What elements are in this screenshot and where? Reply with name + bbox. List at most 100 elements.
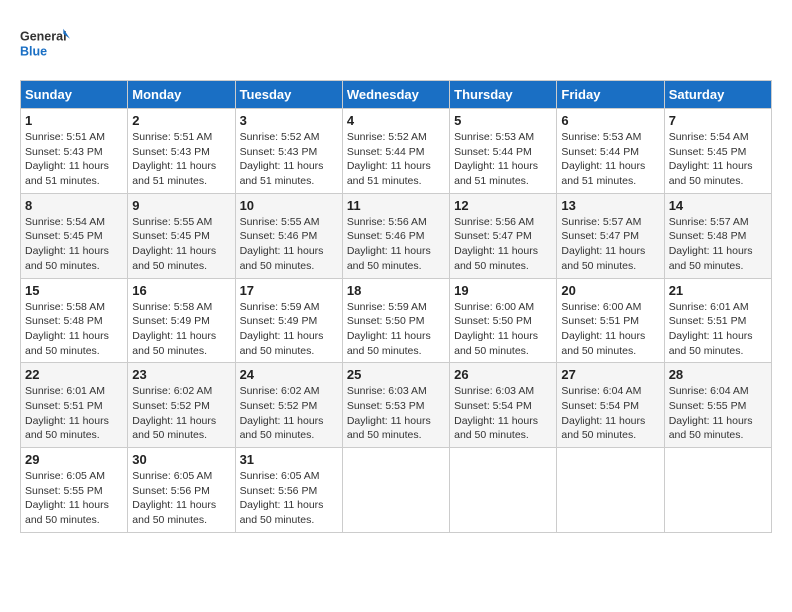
day-info: Sunrise: 5:59 AMSunset: 5:50 PMDaylight:… <box>347 301 431 357</box>
calendar-cell: 21 Sunrise: 6:01 AMSunset: 5:51 PMDaylig… <box>664 278 771 363</box>
calendar-cell: 24 Sunrise: 6:02 AMSunset: 5:52 PMDaylig… <box>235 363 342 448</box>
calendar-cell: 26 Sunrise: 6:03 AMSunset: 5:54 PMDaylig… <box>450 363 557 448</box>
day-info: Sunrise: 6:02 AMSunset: 5:52 PMDaylight:… <box>132 385 216 441</box>
calendar-cell <box>557 448 664 533</box>
calendar-week-row: 15 Sunrise: 5:58 AMSunset: 5:48 PMDaylig… <box>21 278 772 363</box>
header-tuesday: Tuesday <box>235 81 342 109</box>
day-info: Sunrise: 6:05 AMSunset: 5:56 PMDaylight:… <box>240 470 324 526</box>
day-info: Sunrise: 6:04 AMSunset: 5:55 PMDaylight:… <box>669 385 753 441</box>
header-sunday: Sunday <box>21 81 128 109</box>
calendar-cell: 3 Sunrise: 5:52 AMSunset: 5:43 PMDayligh… <box>235 109 342 194</box>
logo-svg: General Blue <box>20 20 70 70</box>
svg-text:General: General <box>20 29 67 43</box>
calendar-cell: 6 Sunrise: 5:53 AMSunset: 5:44 PMDayligh… <box>557 109 664 194</box>
day-number: 20 <box>561 283 659 298</box>
day-info: Sunrise: 6:05 AMSunset: 5:56 PMDaylight:… <box>132 470 216 526</box>
day-info: Sunrise: 5:51 AMSunset: 5:43 PMDaylight:… <box>132 131 216 187</box>
day-number: 27 <box>561 367 659 382</box>
day-number: 28 <box>669 367 767 382</box>
header-monday: Monday <box>128 81 235 109</box>
day-number: 18 <box>347 283 445 298</box>
calendar-cell: 29 Sunrise: 6:05 AMSunset: 5:55 PMDaylig… <box>21 448 128 533</box>
day-number: 21 <box>669 283 767 298</box>
day-info: Sunrise: 5:56 AMSunset: 5:46 PMDaylight:… <box>347 216 431 272</box>
calendar-cell <box>342 448 449 533</box>
day-number: 17 <box>240 283 338 298</box>
calendar-week-row: 22 Sunrise: 6:01 AMSunset: 5:51 PMDaylig… <box>21 363 772 448</box>
day-info: Sunrise: 5:58 AMSunset: 5:49 PMDaylight:… <box>132 301 216 357</box>
header-wednesday: Wednesday <box>342 81 449 109</box>
day-number: 5 <box>454 113 552 128</box>
day-number: 19 <box>454 283 552 298</box>
calendar-cell: 28 Sunrise: 6:04 AMSunset: 5:55 PMDaylig… <box>664 363 771 448</box>
calendar-cell: 12 Sunrise: 5:56 AMSunset: 5:47 PMDaylig… <box>450 193 557 278</box>
day-info: Sunrise: 5:52 AMSunset: 5:44 PMDaylight:… <box>347 131 431 187</box>
svg-text:Blue: Blue <box>20 44 47 58</box>
calendar-cell: 7 Sunrise: 5:54 AMSunset: 5:45 PMDayligh… <box>664 109 771 194</box>
calendar-cell: 10 Sunrise: 5:55 AMSunset: 5:46 PMDaylig… <box>235 193 342 278</box>
day-info: Sunrise: 5:51 AMSunset: 5:43 PMDaylight:… <box>25 131 109 187</box>
logo: General Blue <box>20 20 70 70</box>
day-info: Sunrise: 5:52 AMSunset: 5:43 PMDaylight:… <box>240 131 324 187</box>
day-info: Sunrise: 5:53 AMSunset: 5:44 PMDaylight:… <box>561 131 645 187</box>
calendar-cell: 14 Sunrise: 5:57 AMSunset: 5:48 PMDaylig… <box>664 193 771 278</box>
header: General Blue <box>20 20 772 70</box>
calendar-cell: 5 Sunrise: 5:53 AMSunset: 5:44 PMDayligh… <box>450 109 557 194</box>
day-number: 23 <box>132 367 230 382</box>
day-info: Sunrise: 6:03 AMSunset: 5:54 PMDaylight:… <box>454 385 538 441</box>
day-number: 14 <box>669 198 767 213</box>
calendar-cell: 23 Sunrise: 6:02 AMSunset: 5:52 PMDaylig… <box>128 363 235 448</box>
day-number: 29 <box>25 452 123 467</box>
day-number: 8 <box>25 198 123 213</box>
day-info: Sunrise: 5:54 AMSunset: 5:45 PMDaylight:… <box>25 216 109 272</box>
calendar-cell: 15 Sunrise: 5:58 AMSunset: 5:48 PMDaylig… <box>21 278 128 363</box>
calendar-week-row: 29 Sunrise: 6:05 AMSunset: 5:55 PMDaylig… <box>21 448 772 533</box>
calendar-cell: 4 Sunrise: 5:52 AMSunset: 5:44 PMDayligh… <box>342 109 449 194</box>
day-info: Sunrise: 5:57 AMSunset: 5:48 PMDaylight:… <box>669 216 753 272</box>
day-number: 7 <box>669 113 767 128</box>
day-info: Sunrise: 5:57 AMSunset: 5:47 PMDaylight:… <box>561 216 645 272</box>
header-friday: Friday <box>557 81 664 109</box>
calendar-cell: 2 Sunrise: 5:51 AMSunset: 5:43 PMDayligh… <box>128 109 235 194</box>
calendar-cell: 1 Sunrise: 5:51 AMSunset: 5:43 PMDayligh… <box>21 109 128 194</box>
day-number: 2 <box>132 113 230 128</box>
day-number: 31 <box>240 452 338 467</box>
day-info: Sunrise: 5:55 AMSunset: 5:46 PMDaylight:… <box>240 216 324 272</box>
day-info: Sunrise: 5:53 AMSunset: 5:44 PMDaylight:… <box>454 131 538 187</box>
calendar-cell: 31 Sunrise: 6:05 AMSunset: 5:56 PMDaylig… <box>235 448 342 533</box>
day-info: Sunrise: 6:05 AMSunset: 5:55 PMDaylight:… <box>25 470 109 526</box>
day-number: 25 <box>347 367 445 382</box>
day-number: 16 <box>132 283 230 298</box>
day-info: Sunrise: 5:55 AMSunset: 5:45 PMDaylight:… <box>132 216 216 272</box>
day-info: Sunrise: 5:54 AMSunset: 5:45 PMDaylight:… <box>669 131 753 187</box>
day-number: 1 <box>25 113 123 128</box>
day-number: 10 <box>240 198 338 213</box>
calendar-table: Sunday Monday Tuesday Wednesday Thursday… <box>20 80 772 533</box>
calendar-cell: 9 Sunrise: 5:55 AMSunset: 5:45 PMDayligh… <box>128 193 235 278</box>
calendar-cell: 13 Sunrise: 5:57 AMSunset: 5:47 PMDaylig… <box>557 193 664 278</box>
day-info: Sunrise: 6:00 AMSunset: 5:51 PMDaylight:… <box>561 301 645 357</box>
calendar-cell: 22 Sunrise: 6:01 AMSunset: 5:51 PMDaylig… <box>21 363 128 448</box>
header-thursday: Thursday <box>450 81 557 109</box>
calendar-cell: 25 Sunrise: 6:03 AMSunset: 5:53 PMDaylig… <box>342 363 449 448</box>
calendar-week-row: 1 Sunrise: 5:51 AMSunset: 5:43 PMDayligh… <box>21 109 772 194</box>
calendar-body: 1 Sunrise: 5:51 AMSunset: 5:43 PMDayligh… <box>21 109 772 533</box>
day-info: Sunrise: 6:01 AMSunset: 5:51 PMDaylight:… <box>25 385 109 441</box>
day-info: Sunrise: 6:04 AMSunset: 5:54 PMDaylight:… <box>561 385 645 441</box>
calendar-cell: 17 Sunrise: 5:59 AMSunset: 5:49 PMDaylig… <box>235 278 342 363</box>
calendar-cell <box>664 448 771 533</box>
calendar-cell: 16 Sunrise: 5:58 AMSunset: 5:49 PMDaylig… <box>128 278 235 363</box>
day-info: Sunrise: 6:03 AMSunset: 5:53 PMDaylight:… <box>347 385 431 441</box>
calendar-cell: 20 Sunrise: 6:00 AMSunset: 5:51 PMDaylig… <box>557 278 664 363</box>
day-info: Sunrise: 5:59 AMSunset: 5:49 PMDaylight:… <box>240 301 324 357</box>
calendar-week-row: 8 Sunrise: 5:54 AMSunset: 5:45 PMDayligh… <box>21 193 772 278</box>
day-number: 6 <box>561 113 659 128</box>
calendar-cell <box>450 448 557 533</box>
day-info: Sunrise: 6:01 AMSunset: 5:51 PMDaylight:… <box>669 301 753 357</box>
calendar-cell: 18 Sunrise: 5:59 AMSunset: 5:50 PMDaylig… <box>342 278 449 363</box>
header-saturday: Saturday <box>664 81 771 109</box>
day-number: 12 <box>454 198 552 213</box>
day-number: 3 <box>240 113 338 128</box>
day-info: Sunrise: 5:58 AMSunset: 5:48 PMDaylight:… <box>25 301 109 357</box>
day-number: 9 <box>132 198 230 213</box>
